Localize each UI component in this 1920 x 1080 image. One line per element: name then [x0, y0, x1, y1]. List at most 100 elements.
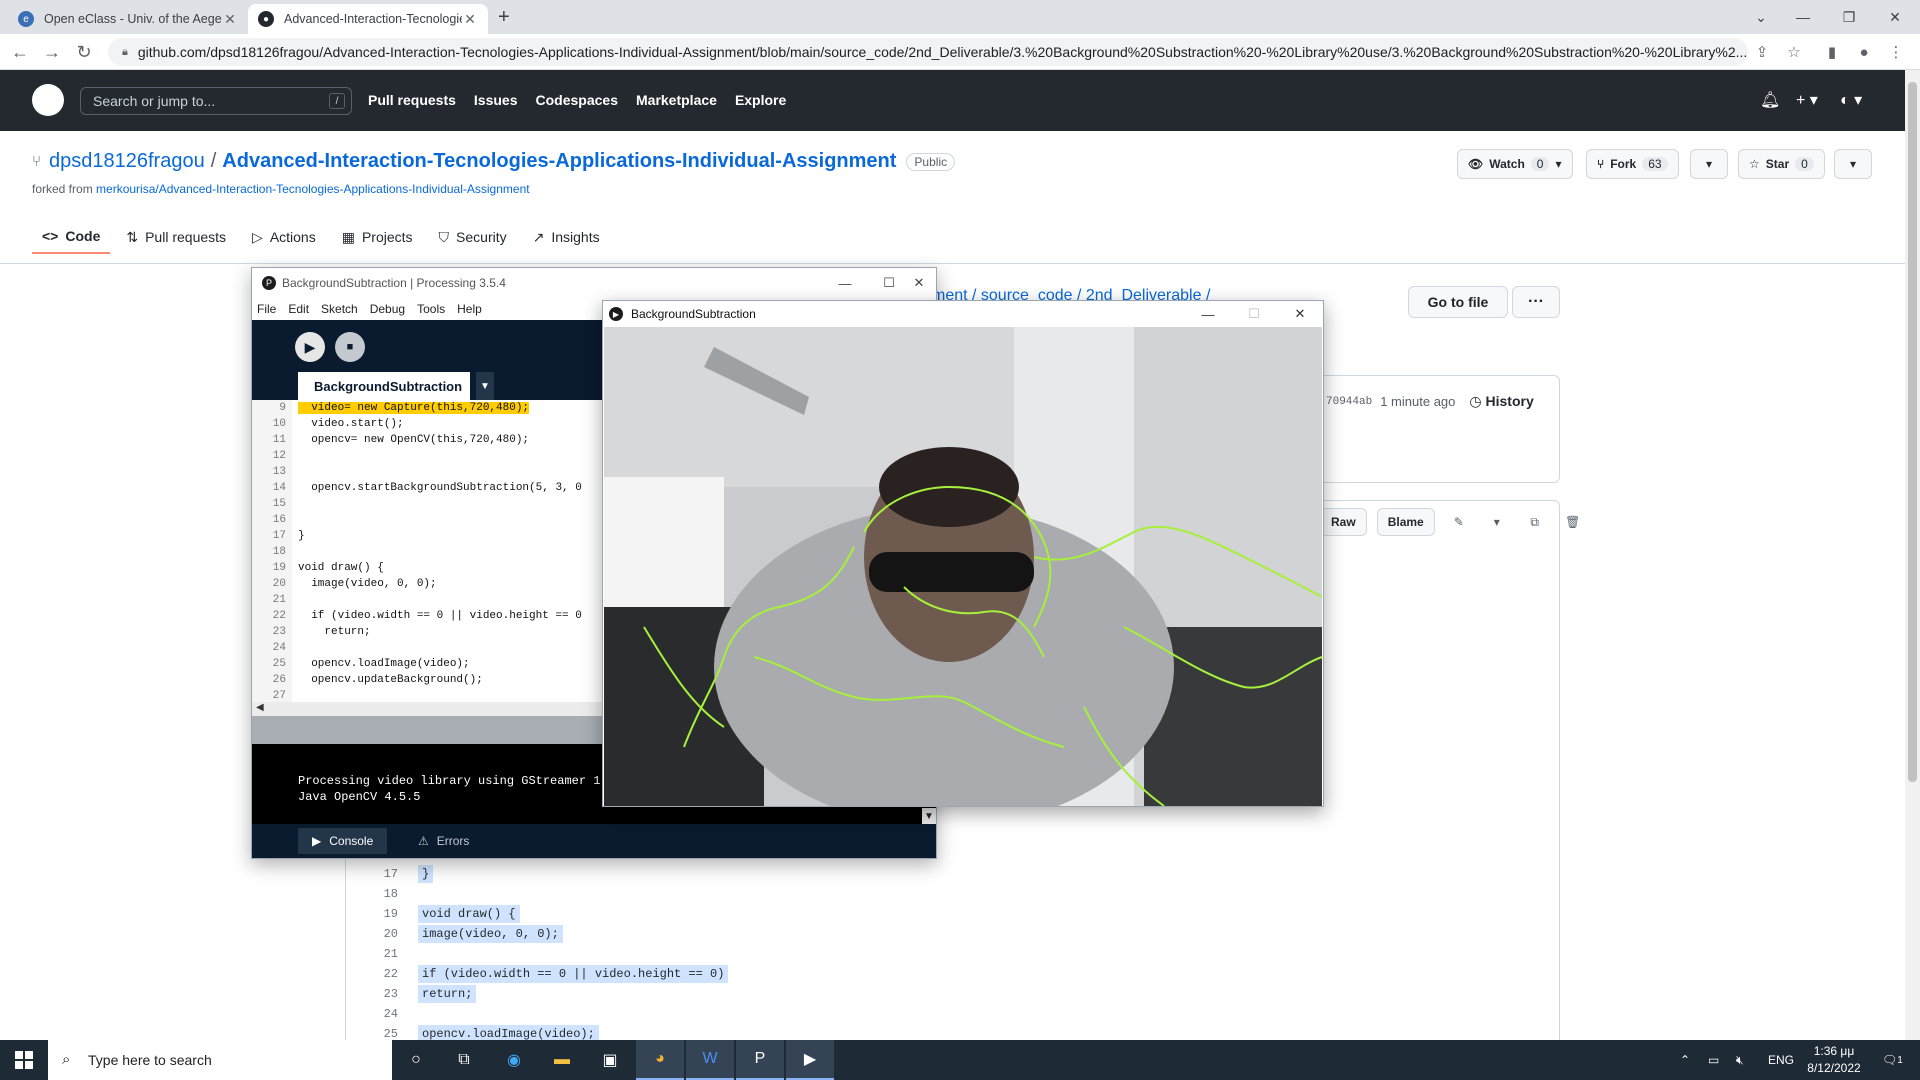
latest-commit-box [1300, 375, 1560, 483]
close-window-icon[interactable]: ✕ [896, 268, 942, 298]
profile-icon[interactable]: ● [1854, 42, 1874, 62]
page-scrollbar[interactable] [1905, 70, 1920, 1040]
copy-icon[interactable]: ⧉ [1521, 515, 1549, 530]
task-view-icon[interactable]: ⧉ [440, 1040, 488, 1080]
fork-button[interactable]: ⑂ Fork 63 [1586, 149, 1679, 179]
github-logo-icon[interactable] [32, 84, 64, 116]
run-button[interactable]: ▶ [295, 332, 325, 362]
stop-button[interactable]: ■ [335, 332, 365, 362]
chevron-down-icon[interactable]: ▾ [1483, 515, 1511, 529]
tab-label: Pull requests [145, 229, 227, 245]
edit-pencil-icon[interactable]: ✎ [1445, 515, 1473, 529]
taskbar-clock[interactable]: 1:36 μμ 8/12/2022 [1794, 1043, 1874, 1077]
nav-codespaces[interactable]: Codespaces [536, 92, 618, 108]
close-tab-icon[interactable]: ✕ [462, 11, 478, 28]
minimize-icon[interactable]: — [822, 268, 868, 298]
browser-tab-eclass[interactable]: e Open eClass - Univ. of the Aegean ✕ [8, 4, 248, 34]
windows-start-icon[interactable] [0, 1040, 48, 1080]
forked-from-link[interactable]: merkourisa/Advanced-Interaction-Tecnolog… [96, 182, 530, 196]
network-icon[interactable]: ▭ [1708, 1040, 1719, 1080]
tab-search-icon[interactable]: ⌄ [1738, 0, 1784, 34]
processing-run-icon: ▶ [609, 307, 623, 321]
more-options-button[interactable]: ··· [1512, 286, 1560, 318]
menu-edit[interactable]: Edit [288, 302, 309, 316]
address-bar[interactable]: 🔒︎ github.com/dpsd18126fragou/Advanced-I… [108, 38, 1748, 66]
console-tab[interactable]: ▶ Console [298, 828, 388, 854]
minimize-icon[interactable]: — [1780, 0, 1826, 34]
repo-name-link[interactable]: Advanced-Interaction-Tecnologies-Applica… [222, 150, 896, 173]
minimize-icon[interactable]: — [1185, 301, 1231, 327]
notification-center-icon[interactable]: 🗨︎ 1 [1882, 1040, 1903, 1080]
line-number: 22 [272, 610, 286, 622]
tab-code[interactable]: <> Code [32, 220, 111, 254]
menu-debug[interactable]: Debug [370, 302, 405, 316]
nav-issues[interactable]: Issues [474, 92, 518, 108]
user-avatar[interactable]: ◐ ▾ [1840, 90, 1862, 110]
menu-file[interactable]: File [257, 302, 276, 316]
chrome-menu-icon[interactable]: ⋮ [1886, 42, 1906, 62]
github-favicon-icon: ● [258, 11, 274, 27]
star-dropdown-button[interactable]: ▾ [1834, 149, 1872, 179]
tab-label: Errors [436, 834, 470, 848]
tab-menu-arrow-icon[interactable]: ▼ [476, 372, 494, 400]
tab-security[interactable]: ⛉ Security [429, 220, 517, 254]
side-panel-icon[interactable]: ▮ [1822, 42, 1842, 62]
menu-tools[interactable]: Tools [417, 302, 445, 316]
line-text: opencv.loadImage(video); [298, 658, 470, 670]
close-window-icon[interactable]: ✕ [1277, 301, 1323, 327]
raw-button[interactable]: Raw [1320, 508, 1367, 536]
maximize-icon[interactable]: ☐ [1231, 301, 1277, 327]
word-icon[interactable]: W [686, 1040, 734, 1080]
go-to-file-button[interactable]: Go to file [1408, 286, 1508, 318]
chrome-icon[interactable]: ◕ [636, 1040, 684, 1080]
menu-help[interactable]: Help [457, 302, 482, 316]
share-icon[interactable]: ⇪ [1752, 42, 1772, 62]
tray-chevron-icon[interactable]: ⌃ [1680, 1040, 1690, 1080]
new-tab-icon[interactable]: + [498, 6, 510, 29]
tab-projects[interactable]: ▦ Projects [332, 220, 423, 254]
restore-icon[interactable]: ❐ [1826, 0, 1872, 34]
tab-insights[interactable]: ↗ Insights [523, 220, 610, 254]
trash-icon[interactable]: 🗑︎ [1559, 515, 1587, 529]
console-scroll-down-icon[interactable]: ▼ [922, 808, 936, 824]
forward-icon[interactable]: → [40, 40, 64, 64]
errors-tab[interactable]: ⚠ Errors [404, 828, 483, 854]
sketch-tab[interactable]: BackgroundSubtraction [298, 372, 470, 400]
notifications-bell-icon[interactable]: 🔔︎ [1760, 90, 1780, 110]
star-button[interactable]: ☆ Star 0 [1738, 149, 1825, 179]
browser-tab-github[interactable]: ● Advanced-Interaction-Tecnologies- ✕ [248, 4, 488, 34]
search-input[interactable]: Search or jump to... / [80, 87, 352, 115]
repo-owner-link[interactable]: dpsd18126fragou [49, 150, 205, 173]
menu-sketch[interactable]: Sketch [321, 302, 358, 316]
close-window-icon[interactable]: ✕ [1872, 0, 1918, 34]
volume-muted-icon[interactable]: 🔇︎ [1736, 1040, 1744, 1080]
back-icon[interactable]: ← [8, 40, 32, 64]
scroll-left-icon[interactable]: ◀ [256, 702, 264, 713]
bookmark-star-icon[interactable]: ☆ [1784, 42, 1804, 62]
close-tab-icon[interactable]: ✕ [222, 11, 238, 28]
blame-button[interactable]: Blame [1376, 508, 1435, 536]
watch-button[interactable]: 👁︎ Watch 0 ▾ [1457, 149, 1573, 179]
file-explorer-icon[interactable]: ▬ [538, 1040, 586, 1080]
taskbar-search-input[interactable]: ⌕ Type here to search [48, 1040, 392, 1080]
scrollbar-thumb[interactable] [1908, 82, 1917, 782]
nav-pull-requests[interactable]: Pull requests [368, 92, 456, 108]
create-new-icon[interactable]: + ▾ [1796, 90, 1818, 110]
language-indicator[interactable]: ENG [1768, 1040, 1794, 1080]
reload-icon[interactable]: ↻ [72, 40, 96, 64]
line-text: if (video.width == 0 || video.height == … [298, 610, 582, 622]
fork-icon: ⑂ [1597, 157, 1605, 171]
history-link[interactable]: ◷ History [1469, 393, 1533, 410]
processing-ide-taskbar-icon[interactable]: P [736, 1040, 784, 1080]
edge-icon[interactable]: ◉ [490, 1040, 538, 1080]
fork-dropdown-button[interactable]: ▾ [1690, 149, 1728, 179]
sketch-taskbar-icon[interactable]: ▶ [786, 1040, 834, 1080]
tab-pull-requests[interactable]: ⇅ Pull requests [116, 220, 236, 254]
chevron-down-icon: ▾ [1555, 157, 1562, 171]
commit-hash[interactable]: 70944ab [1326, 396, 1372, 408]
cortana-icon[interactable]: ○ [392, 1040, 440, 1080]
microsoft-store-icon[interactable]: ▣ [586, 1040, 634, 1080]
tab-actions[interactable]: ▷ Actions [242, 220, 326, 254]
nav-explore[interactable]: Explore [735, 92, 786, 108]
nav-marketplace[interactable]: Marketplace [636, 92, 717, 108]
